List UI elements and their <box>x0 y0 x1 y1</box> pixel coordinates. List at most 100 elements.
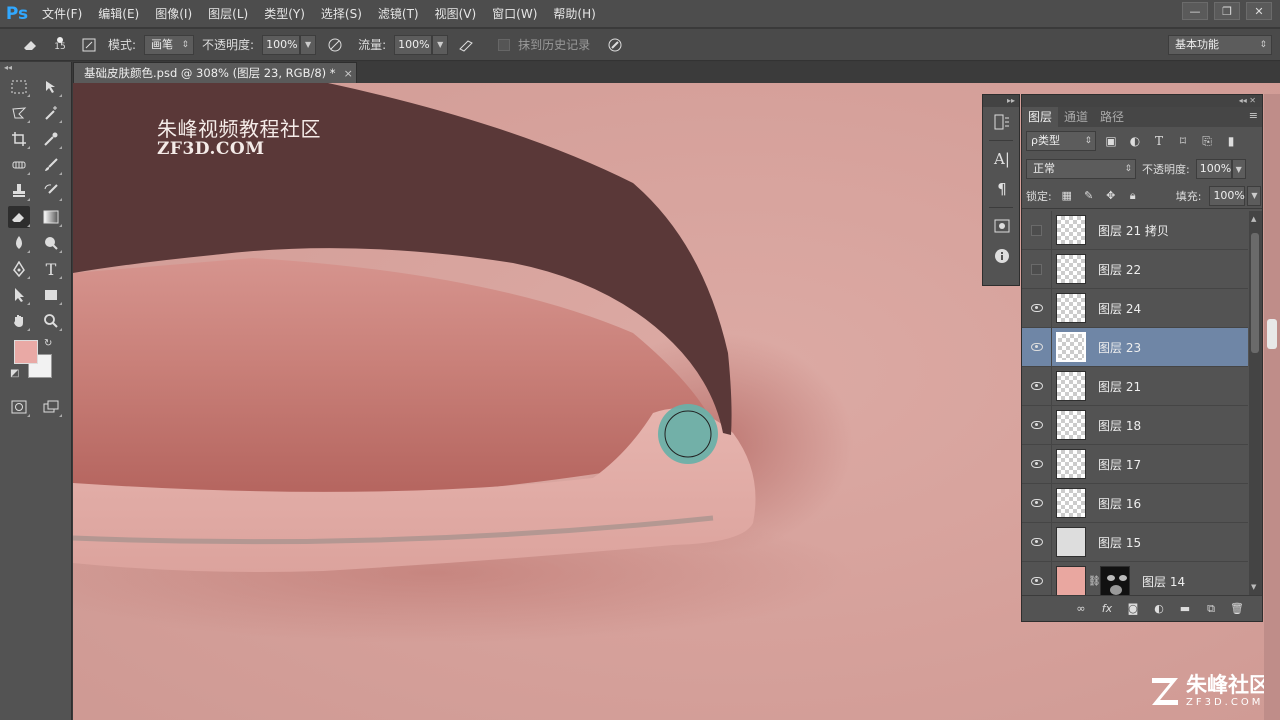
filter-smart-object-icon[interactable]: ⎘ <box>1198 132 1216 150</box>
brush-panel-icon[interactable] <box>78 34 100 56</box>
visibility-toggle[interactable] <box>1022 288 1052 328</box>
menu-layer[interactable]: 图层(L) <box>200 0 256 28</box>
workspace-select[interactable]: 基本功能 <box>1168 35 1272 55</box>
menu-type[interactable]: 类型(Y) <box>256 0 313 28</box>
menu-file[interactable]: 文件(F) <box>34 0 90 28</box>
lock-pixels-icon[interactable]: ✎ <box>1082 189 1096 203</box>
visibility-toggle[interactable] <box>1022 327 1052 367</box>
lock-all-icon[interactable]: 🔒︎ <box>1126 189 1140 203</box>
blur-tool-icon[interactable] <box>8 232 30 254</box>
layers-panel-collapse-icon[interactable]: ◂◂ ✕ <box>1022 95 1262 107</box>
close-window-button[interactable]: ✕ <box>1246 2 1272 20</box>
filter-toggle-icon[interactable]: ▮ <box>1222 132 1240 150</box>
menu-window[interactable]: 窗口(W) <box>484 0 545 28</box>
layer-row[interactable]: 图层 16 <box>1022 483 1248 523</box>
minimize-button[interactable]: — <box>1182 2 1208 20</box>
scroll-up-icon[interactable]: ▲ <box>1251 215 1256 223</box>
new-group-icon[interactable]: ▬ <box>1178 602 1192 616</box>
history-brush-tool-icon[interactable] <box>40 180 62 202</box>
tab-paths[interactable]: 路径 <box>1094 107 1130 127</box>
hand-tool-icon[interactable] <box>8 310 30 332</box>
fill-input[interactable]: 100% <box>1209 185 1246 206</box>
layer-mask-thumbnail[interactable] <box>1100 566 1130 595</box>
brush-tool-icon[interactable] <box>40 154 62 176</box>
eyedropper-tool-icon[interactable] <box>40 128 62 150</box>
visibility-toggle[interactable] <box>1022 366 1052 406</box>
scrollbar-thumb[interactable] <box>1251 233 1259 353</box>
type-tool-icon[interactable]: T <box>40 258 62 280</box>
history-panel-icon[interactable] <box>983 107 1021 137</box>
menu-select[interactable]: 选择(S) <box>313 0 370 28</box>
menu-view[interactable]: 视图(V) <box>427 0 485 28</box>
info-panel-icon[interactable] <box>983 241 1021 271</box>
move-tool-icon[interactable] <box>40 76 62 98</box>
marquee-tool-icon[interactable] <box>8 76 30 98</box>
visibility-toggle[interactable] <box>1022 561 1052 595</box>
default-colors-icon[interactable]: ◩ <box>10 368 19 379</box>
layer-row[interactable]: 图层 22 <box>1022 249 1248 289</box>
fill-dropdown-icon[interactable]: ▼ <box>1247 185 1262 206</box>
foreground-color-swatch[interactable] <box>14 340 38 364</box>
blend-mode-select[interactable]: 正常 <box>1026 159 1136 179</box>
menu-edit[interactable]: 编辑(E) <box>90 0 147 28</box>
layer-row[interactable]: 图层 24 <box>1022 288 1248 328</box>
delete-layer-icon[interactable]: 🗑︎ <box>1230 602 1244 616</box>
visibility-toggle[interactable] <box>1022 211 1052 250</box>
opacity-dropdown-icon[interactable]: ▼ <box>300 34 317 55</box>
add-mask-icon[interactable]: ◙ <box>1126 602 1140 616</box>
clone-stamp-tool-icon[interactable] <box>8 180 30 202</box>
restore-button[interactable]: ❐ <box>1214 2 1240 20</box>
close-document-icon[interactable]: × <box>344 67 353 80</box>
layer-row[interactable]: ⛓ 图层 14 <box>1022 561 1248 595</box>
layer-row[interactable]: 图层 18 <box>1022 405 1248 445</box>
layer-row-selected[interactable]: 图层 23 <box>1022 327 1248 367</box>
visibility-toggle[interactable] <box>1022 444 1052 484</box>
lock-position-icon[interactable]: ✥ <box>1104 189 1118 203</box>
zoom-tool-icon[interactable] <box>40 310 62 332</box>
airbrush-icon[interactable] <box>456 34 478 56</box>
mode-select[interactable]: 画笔 <box>144 34 195 55</box>
screen-mode-icon[interactable] <box>40 396 62 418</box>
adjustments-panel-icon[interactable] <box>983 211 1021 241</box>
tab-layers[interactable]: 图层 <box>1022 107 1059 127</box>
adjustment-layer-icon[interactable]: ◐ <box>1152 602 1166 616</box>
path-selection-tool-icon[interactable] <box>8 284 30 306</box>
visibility-toggle[interactable] <box>1022 483 1052 523</box>
toolbar-collapse-icon[interactable]: ◂◂ <box>0 62 71 74</box>
new-layer-icon[interactable]: ⧉ <box>1204 602 1218 616</box>
mask-link-icon[interactable]: ⛓ <box>1088 576 1101 587</box>
menu-image[interactable]: 图像(I) <box>147 0 200 28</box>
eraser-preset-icon[interactable] <box>20 34 42 56</box>
erase-to-history-checkbox[interactable] <box>498 38 511 51</box>
visibility-toggle[interactable] <box>1022 522 1052 562</box>
character-panel-icon[interactable]: A| <box>983 144 1021 174</box>
flow-dropdown-icon[interactable]: ▼ <box>432 34 449 55</box>
menu-filter[interactable]: 滤镜(T) <box>370 0 427 28</box>
visibility-toggle[interactable] <box>1022 249 1052 289</box>
layer-row[interactable]: 图层 15 <box>1022 522 1248 562</box>
dodge-tool-icon[interactable] <box>40 232 62 254</box>
layer-list-scrollbar[interactable]: ▲ ▼ <box>1249 211 1262 595</box>
gradient-tool-icon[interactable] <box>40 206 62 228</box>
swap-colors-icon[interactable]: ↻ <box>44 338 52 349</box>
lock-transparent-icon[interactable]: ▦ <box>1060 189 1074 203</box>
layer-style-icon[interactable]: fx <box>1100 602 1114 616</box>
panel-menu-icon[interactable]: ≡ <box>1249 109 1258 122</box>
document-tab[interactable]: 基础皮肤颜色.psd @ 308% (图层 23, RGB/8) * × <box>73 62 357 83</box>
layer-row[interactable]: 图层 17 <box>1022 444 1248 484</box>
visibility-toggle[interactable] <box>1022 405 1052 445</box>
layer-opacity-dropdown-icon[interactable]: ▼ <box>1231 159 1246 179</box>
pen-tool-icon[interactable] <box>8 258 30 280</box>
eraser-tool-icon[interactable] <box>8 206 30 228</box>
pressure-size-icon[interactable] <box>604 34 626 56</box>
rectangle-tool-icon[interactable] <box>40 284 62 306</box>
flow-input[interactable]: 100% <box>394 34 433 55</box>
canvas-scrollbar-thumb[interactable] <box>1267 319 1277 349</box>
tab-channels[interactable]: 通道 <box>1058 107 1094 127</box>
magic-wand-tool-icon[interactable] <box>40 102 62 124</box>
menu-help[interactable]: 帮助(H) <box>545 0 603 28</box>
pressure-opacity-icon[interactable] <box>324 34 346 56</box>
healing-brush-tool-icon[interactable] <box>8 154 30 176</box>
dock-expand-icon[interactable]: ▸▸ <box>983 95 1019 107</box>
crop-tool-icon[interactable] <box>8 128 30 150</box>
